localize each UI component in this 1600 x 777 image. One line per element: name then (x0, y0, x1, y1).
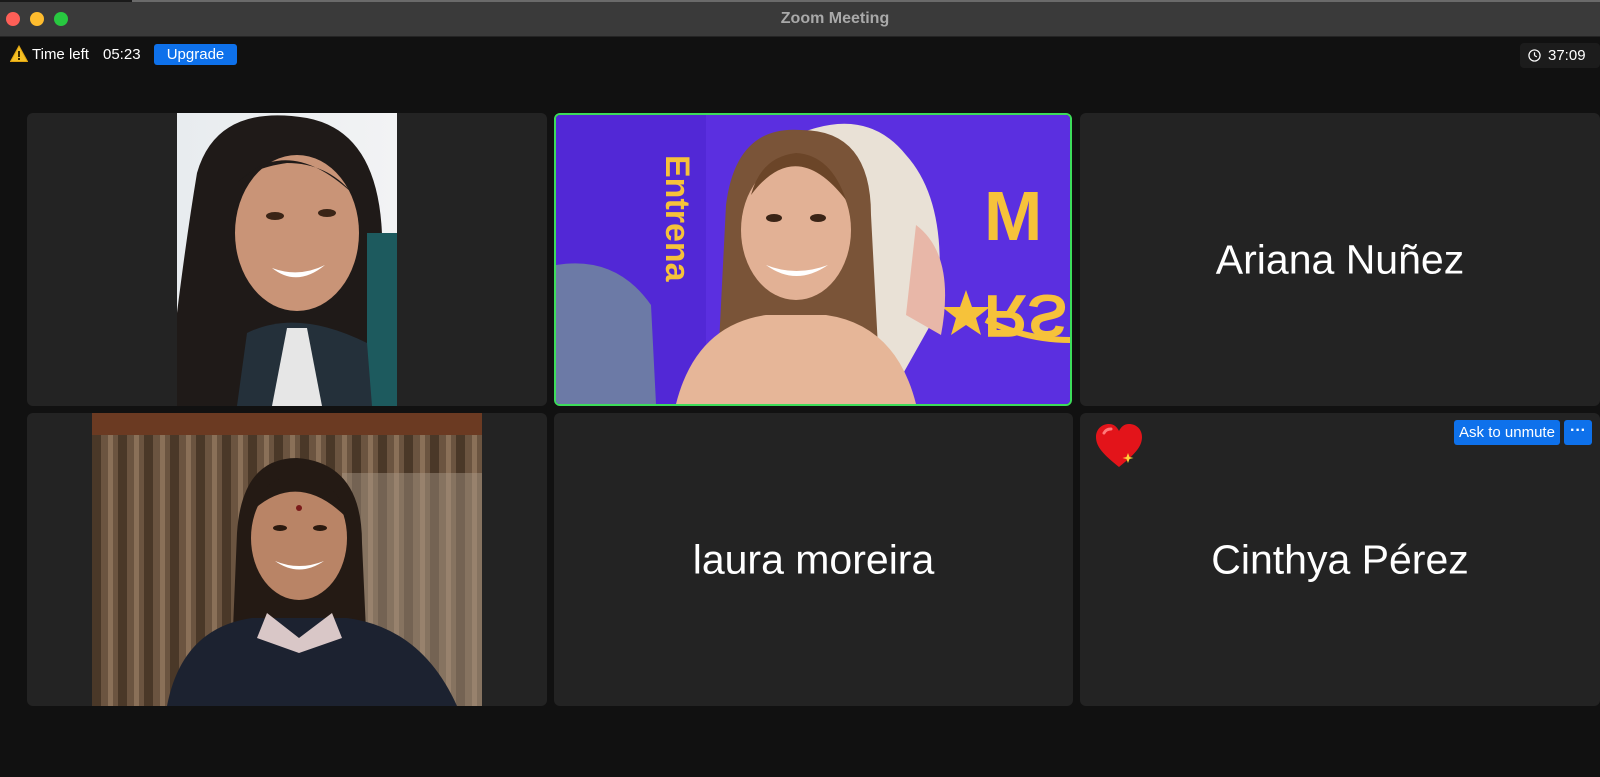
heart-icon (1096, 424, 1142, 467)
participant-tile-3[interactable]: Ariana Nuñez (1080, 113, 1600, 406)
participant-video-1 (177, 113, 397, 406)
meeting-timer[interactable]: 37:09 (1520, 43, 1600, 68)
window-title: Zoom Meeting (780, 10, 890, 27)
meeting-info-bar: Time left 05:23 Upgrade 37:09 (0, 37, 1600, 75)
participant-tile-1[interactable] (27, 113, 547, 406)
participant-video-4 (92, 413, 482, 706)
zoom-window: Zoom Meeting Time left 05:23 Upgrade 37:… (0, 0, 1600, 777)
participant-tile-6[interactable]: Ask to unmute ··· Cinthya Pérez (1080, 413, 1600, 706)
participant-name: Cinthya Pérez (1211, 536, 1469, 582)
participant-tile-2[interactable]: Entrena M RS (554, 113, 1072, 406)
participant-video-2: Entrena M RS (556, 115, 1070, 404)
upgrade-button[interactable]: Upgrade (154, 44, 237, 65)
ask-to-unmute-button[interactable]: Ask to unmute (1454, 420, 1560, 445)
warning-icon (10, 45, 28, 62)
background-text-m: M (984, 177, 1042, 255)
participant-name: laura moreira (692, 536, 935, 582)
clock-icon (1528, 49, 1541, 62)
time-left-label: Time left (32, 46, 89, 63)
more-options-button[interactable]: ··· (1564, 420, 1592, 445)
background-text-entrena: Entrena (658, 155, 696, 283)
participant-name: Ariana Nuñez (1215, 236, 1465, 282)
time-left-value: 05:23 (103, 46, 141, 63)
participant-tile-4[interactable] (27, 413, 547, 706)
title-bar: Zoom Meeting (0, 2, 1600, 37)
elapsed-time: 37:09 (1548, 47, 1586, 64)
participant-tile-5[interactable]: laura moreira (554, 413, 1073, 706)
